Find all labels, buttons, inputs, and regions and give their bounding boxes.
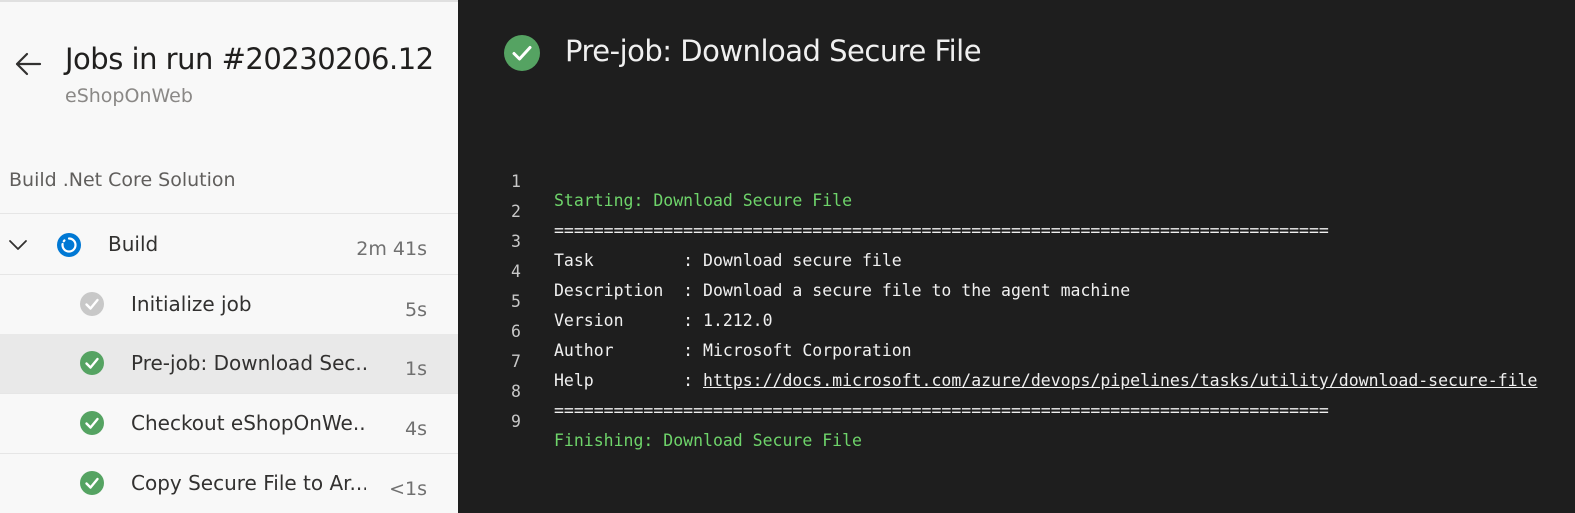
log-text: Finishing: Download Secure File — [554, 431, 862, 450]
job-duration: 2m 41s — [356, 238, 427, 260]
log-panel: Pre-job: Download Secure File 1 Starting… — [458, 0, 1575, 513]
help-key: Help : — [554, 371, 704, 390]
step-name: Initialize job — [131, 292, 252, 316]
step-name: Pre-job: Download Sec... — [131, 351, 366, 375]
step-duration: 4s — [405, 418, 427, 440]
help-link[interactable]: https://docs.microsoft.com/azure/devops/… — [703, 371, 1537, 390]
step-name: Checkout eShopOnWe... — [131, 411, 366, 435]
job-name: Build — [108, 232, 159, 256]
project-name: eShopOnWeb — [65, 85, 193, 107]
jobs-panel: Jobs in run #20230206.12 eShopOnWeb Buil… — [0, 0, 458, 513]
check-circle-icon — [80, 471, 104, 495]
page-title: Jobs in run #20230206.12 — [65, 42, 434, 76]
log-text: Author : Microsoft Corporation — [554, 341, 912, 360]
log-line: 6 Author : Microsoft Corporation — [458, 303, 912, 360]
log-text: ========================================… — [554, 221, 1329, 240]
log-line: 3 Task : Download secure file — [458, 213, 902, 270]
arrow-left-icon — [15, 52, 42, 76]
step-duration: 1s — [405, 358, 427, 380]
log-text: Task : Download secure file — [554, 251, 902, 270]
log-output: 1 Starting: Download Secure File 2 =====… — [458, 153, 1537, 450]
log-text: Starting: Download Secure File — [554, 191, 853, 210]
step-row-checkout[interactable]: Checkout eShopOnWe... 4s — [0, 394, 458, 453]
step-name: Copy Secure File to Ar... — [131, 471, 366, 495]
check-circle-icon — [504, 35, 540, 71]
log-text: Version : 1.212.0 — [554, 311, 773, 330]
check-circle-icon — [80, 351, 104, 375]
log-line: 9 Finishing: Download Secure File — [458, 393, 862, 450]
check-circle-icon — [80, 411, 104, 435]
log-text: Description : Download a secure file to … — [554, 281, 1131, 300]
log-line: 1 Starting: Download Secure File — [458, 153, 852, 210]
back-button[interactable] — [10, 46, 46, 82]
step-row-pre-job-download[interactable]: Pre-job: Download Sec... 1s — [0, 334, 458, 393]
log-line: 4 Description : Download a secure file t… — [458, 243, 1130, 300]
log-text: ========================================… — [554, 401, 1329, 420]
log-line: 8 ======================================… — [458, 363, 1329, 420]
log-line: 2 ======================================… — [458, 183, 1329, 240]
check-circle-icon — [80, 292, 104, 316]
log-title: Pre-job: Download Secure File — [565, 34, 982, 68]
log-line: 7 Help : https://docs.microsoft.com/azur… — [458, 333, 1537, 390]
log-line: 5 Version : 1.212.0 — [458, 273, 773, 330]
job-row-build[interactable]: Build 2m 41s — [0, 215, 458, 274]
step-row-initialize-job[interactable]: Initialize job 5s — [0, 275, 458, 334]
step-duration: <1s — [389, 478, 427, 500]
line-number: 9 — [511, 412, 521, 431]
running-circle-icon — [57, 233, 81, 257]
stage-label: Build .Net Core Solution — [9, 169, 236, 191]
chevron-down-icon[interactable] — [7, 234, 29, 256]
step-duration: 5s — [405, 299, 427, 321]
divider — [0, 213, 458, 214]
step-row-copy-secure-file[interactable]: Copy Secure File to Ar... <1s — [0, 454, 458, 513]
log-text: Help : https://docs.microsoft.com/azure/… — [554, 371, 1537, 390]
